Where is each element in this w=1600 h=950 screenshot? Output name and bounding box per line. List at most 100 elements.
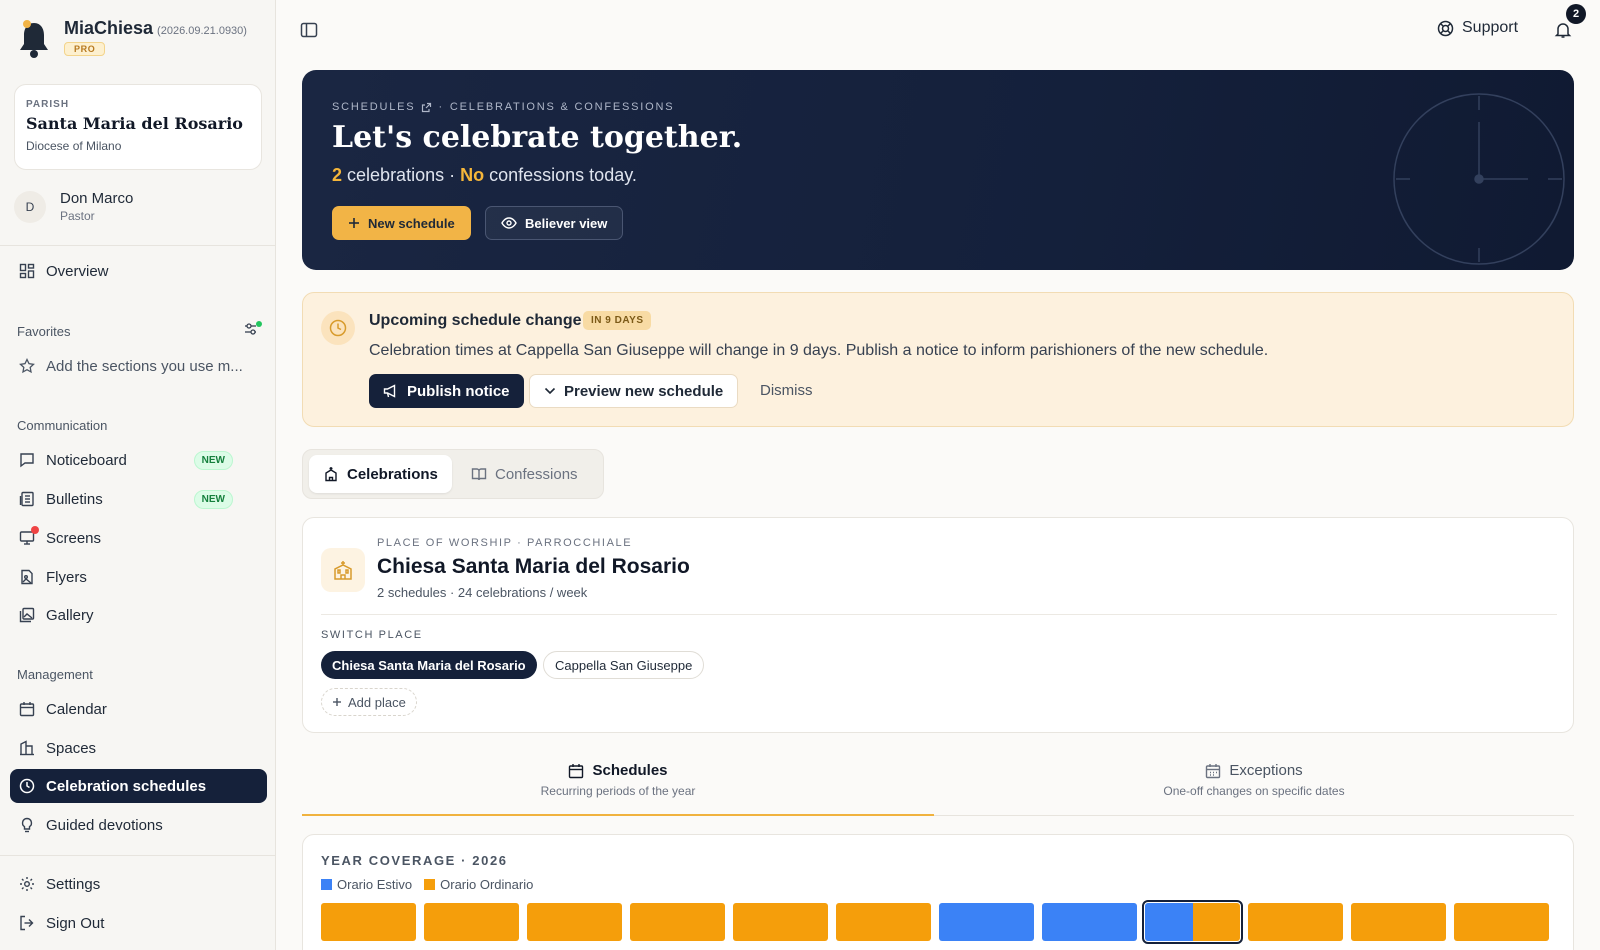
support-button[interactable]: Support (1437, 19, 1518, 37)
management-heading: Management (17, 667, 93, 682)
coverage-legend: Orario Estivo Orario Ordinario (321, 877, 533, 892)
tab-schedules-title: Schedules (592, 762, 668, 779)
preview-schedule-label: Preview new schedule (564, 382, 724, 400)
notification-count: 2 (1566, 4, 1586, 24)
parish-card[interactable]: PARISH Santa Maria del Rosario Diocese o… (14, 84, 262, 170)
month-coverage-bar[interactable] (321, 903, 416, 941)
favorites-add-hint[interactable]: Add the sections you use m... (10, 349, 267, 383)
month-coverage-bar[interactable] (1142, 900, 1243, 944)
sidebar-item-gallery[interactable]: Gallery (10, 598, 267, 632)
clock-icon (321, 311, 355, 345)
notifications-bell-icon[interactable] (1554, 21, 1572, 44)
month-coverage-bar[interactable] (527, 903, 622, 941)
sidebar-item-overview[interactable]: Overview (10, 254, 267, 288)
month-coverage-bar[interactable] (424, 903, 519, 941)
place-meta: 2 schedules · 24 celebrations / week (377, 585, 588, 600)
sidebar-item-celebration-schedules[interactable]: Celebration schedules (10, 769, 267, 803)
notice-title: Upcoming schedule change (369, 312, 582, 329)
month-coverage-bar[interactable] (1248, 903, 1343, 941)
brand[interactable]: MiaChiesa (2026.09.21.0930) PRO (16, 18, 247, 62)
tab-schedules-desc: Recurring periods of the year (540, 784, 696, 798)
file-image-icon (18, 568, 36, 586)
sidebar-item-label: Spaces (46, 739, 97, 757)
month-coverage-bar[interactable] (1454, 903, 1549, 941)
ordinario-segment (1248, 903, 1343, 941)
sidebar-item-guided-devotions[interactable]: Guided devotions (10, 808, 267, 842)
place-chip[interactable]: Cappella San Giuseppe (543, 651, 705, 679)
month-coverage-bar[interactable] (939, 903, 1034, 941)
tab-confessions[interactable]: Confessions (457, 455, 592, 493)
estivo-segment (1145, 903, 1193, 941)
active-tab-indicator (302, 814, 934, 816)
app-version: (2026.09.21.0930) (157, 25, 247, 37)
star-icon (18, 357, 36, 375)
month-coverage-bar[interactable] (836, 903, 931, 941)
sidebar-toggle-icon[interactable] (300, 21, 318, 44)
sidebar-item-label: Gallery (46, 606, 94, 624)
summary-end: confessions today. (489, 165, 637, 185)
new-badge: NEW (193, 450, 233, 470)
sidebar-item-calendar[interactable]: Calendar (10, 692, 267, 726)
legend-item: Orario Estivo (321, 877, 412, 892)
celebrations-count: 2 (332, 165, 343, 185)
user-name: Don Marco (60, 190, 134, 207)
sidebar-item-sign-out[interactable]: Sign Out (10, 906, 267, 940)
tab-exceptions-title: Exceptions (1229, 762, 1303, 779)
newspaper-icon (18, 490, 36, 508)
legend-item: Orario Ordinario (424, 877, 533, 892)
sidebar-item-flyers[interactable]: Flyers (10, 560, 267, 594)
tab-schedules[interactable]: Schedules Recurring periods of the year (302, 762, 934, 798)
plan-badge: PRO (64, 42, 106, 56)
month-coverage-bar[interactable] (1351, 903, 1446, 941)
sidebar-item-label: Celebration schedules (46, 777, 207, 795)
place-chip-selected[interactable]: Chiesa Santa Maria del Rosario (321, 651, 537, 679)
clock-icon (18, 777, 36, 795)
parish-name: Santa Maria del Rosario (26, 114, 243, 133)
sidebar-item-spaces[interactable]: Spaces (10, 731, 267, 765)
tab-celebrations[interactable]: Celebrations (309, 455, 452, 493)
megaphone-icon (383, 384, 396, 398)
building-icon (18, 739, 36, 757)
external-link-icon[interactable] (421, 102, 432, 113)
sidebar-item-label: Flyers (46, 568, 87, 586)
church-icon (325, 467, 337, 482)
month-coverage-bar[interactable] (630, 903, 725, 941)
sidebar-item-settings[interactable]: Settings (10, 867, 267, 901)
ordinario-segment (1351, 903, 1446, 941)
place-card: PLACE OF WORSHIP · PARROCCHIALE Chiesa S… (302, 517, 1574, 733)
breadcrumb-current: CELEBRATIONS & CONFESSIONS (449, 101, 675, 113)
tab-exceptions-desc: One-off changes on specific dates (1163, 784, 1345, 798)
month-bars (321, 900, 1549, 944)
place-name: Chiesa Santa Maria del Rosario (377, 555, 690, 578)
favorites-heading: Favorites (17, 324, 71, 339)
user-profile[interactable]: D Don Marco Pastor (14, 190, 133, 223)
estivo-segment (939, 903, 1034, 941)
ordinario-segment (733, 903, 828, 941)
schedule-type-tabs: Celebrations Confessions (302, 449, 604, 499)
confessions-count: No (460, 165, 485, 185)
tab-exceptions[interactable]: Exceptions One-off changes on specific d… (934, 762, 1574, 798)
believer-view-button[interactable]: Believer view (485, 206, 624, 240)
ordinario-segment (321, 903, 416, 941)
breadcrumb-schedules[interactable]: SCHEDULES (332, 101, 415, 113)
sidebar-item-label: Noticeboard (46, 451, 127, 469)
message-icon (18, 451, 36, 469)
dismiss-button[interactable]: Dismiss (760, 382, 813, 399)
customize-favorites-icon[interactable] (244, 321, 262, 342)
app-name: MiaChiesa (64, 18, 154, 38)
month-coverage-bar[interactable] (1042, 903, 1137, 941)
year-coverage-card: YEAR COVERAGE · 2026 Orario Estivo Orari… (302, 834, 1574, 950)
eye-icon (501, 217, 517, 229)
sidebar-item-screens[interactable]: Screens (10, 521, 267, 555)
lightbulb-icon (18, 816, 36, 834)
sidebar-item-bulletins[interactable]: Bulletins NEW (10, 482, 267, 516)
communication-heading: Communication (17, 418, 108, 433)
new-schedule-button[interactable]: New schedule (332, 206, 471, 240)
publish-notice-button[interactable]: Publish notice (369, 374, 524, 408)
sidebar-divider (0, 245, 276, 246)
sidebar-item-noticeboard[interactable]: Noticeboard NEW (10, 443, 267, 477)
preview-schedule-button[interactable]: Preview new schedule (529, 374, 739, 408)
images-icon (18, 606, 36, 624)
add-place-button[interactable]: Add place (321, 688, 417, 716)
month-coverage-bar[interactable] (733, 903, 828, 941)
